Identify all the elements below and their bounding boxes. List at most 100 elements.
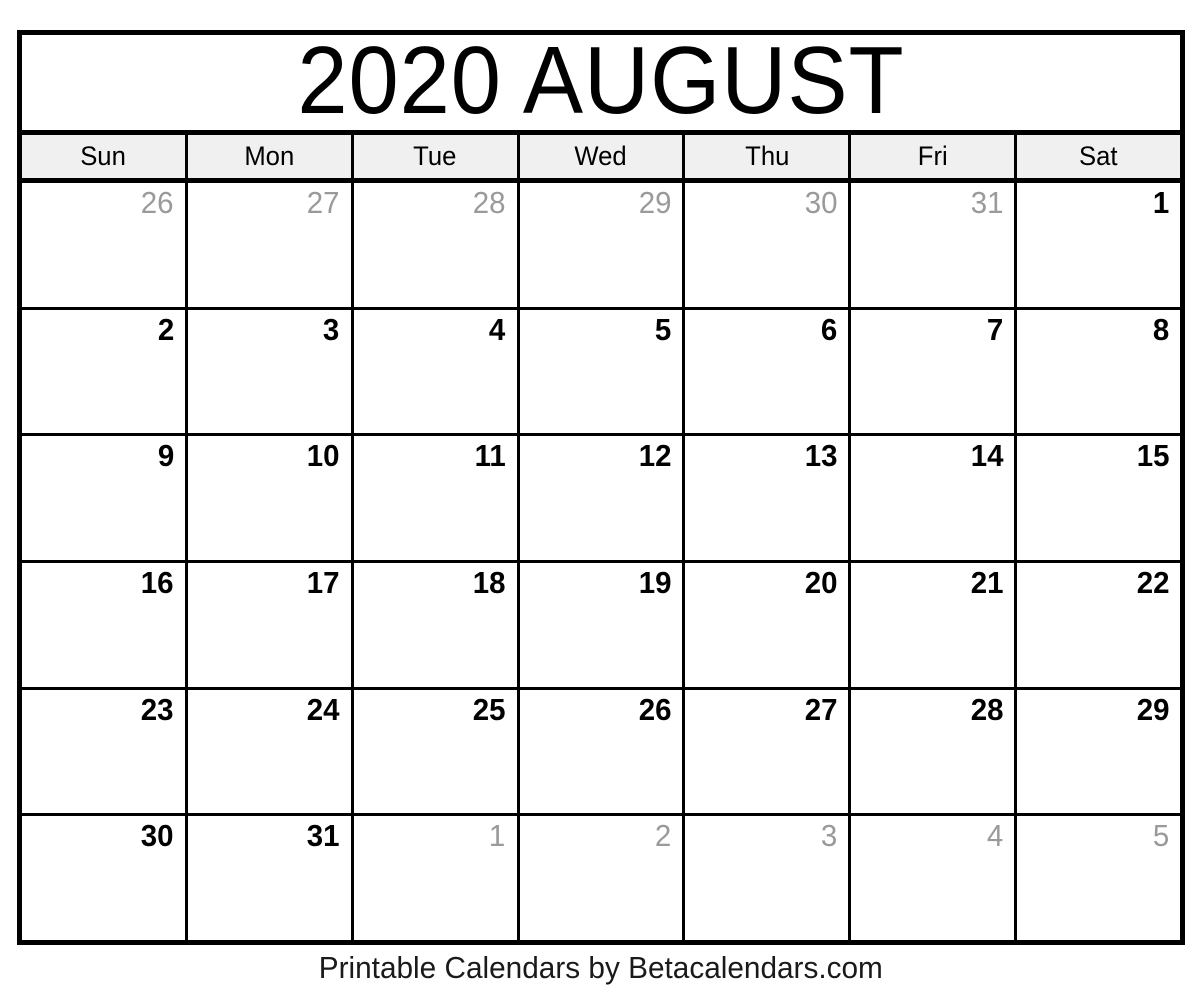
day-cell[interactable]: 2	[519, 816, 686, 941]
weekday-label: Fri	[917, 141, 948, 171]
weekday-header-fri: Fri	[851, 135, 1018, 178]
calendar-frame: 2020 AUGUST Sun Mon Tue Wed Thu Fri Sat 26 27 28…	[17, 30, 1185, 945]
week-row: 30 31 1 2 3 4 5	[22, 816, 1181, 941]
day-number: 31	[970, 185, 1004, 220]
day-number: 1	[489, 818, 506, 854]
day-number: 2	[157, 311, 174, 347]
day-number: 26	[638, 691, 672, 727]
day-cell[interactable]: 16	[22, 563, 188, 687]
day-cell[interactable]: 27	[187, 183, 354, 307]
day-cell[interactable]: 2	[22, 309, 188, 434]
day-cell[interactable]: 9	[22, 436, 188, 561]
day-cell[interactable]: 21	[851, 563, 1018, 687]
day-number: 15	[1136, 438, 1170, 474]
day-cell[interactable]: 29	[1017, 689, 1181, 814]
day-number: 13	[804, 438, 838, 474]
day-number: 8	[1152, 311, 1170, 347]
day-number: 20	[804, 565, 838, 601]
day-cell[interactable]: 1	[353, 816, 520, 941]
weekday-header-sat: Sat	[1017, 135, 1181, 178]
weekday-header-tue: Tue	[353, 135, 520, 178]
day-cell[interactable]: 26	[22, 183, 188, 307]
day-cell[interactable]: 27	[685, 689, 852, 814]
day-cell[interactable]: 28	[851, 689, 1018, 814]
day-number: 1	[1152, 185, 1170, 220]
day-number: 28	[472, 185, 506, 220]
week-row: 23 24 25 26 27 28 29	[22, 689, 1181, 817]
day-cell[interactable]: 30	[685, 183, 852, 307]
calendar-page: 2020 AUGUST Sun Mon Tue Wed Thu Fri Sat 26 27 28…	[0, 0, 1202, 995]
day-cell[interactable]: 17	[187, 563, 354, 687]
day-cell[interactable]: 24	[187, 689, 354, 814]
day-cell[interactable]: 1	[1017, 183, 1181, 307]
day-cell[interactable]: 3	[187, 309, 354, 434]
day-number: 23	[141, 691, 174, 727]
day-number: 11	[474, 438, 506, 474]
day-number: 29	[1136, 691, 1170, 727]
weekday-label: Mon	[244, 141, 295, 171]
day-cell[interactable]: 31	[187, 816, 354, 941]
day-number: 5	[1152, 818, 1170, 854]
day-cell[interactable]: 13	[685, 436, 852, 561]
footer: Printable Calendars by Betacalendars.com	[0, 950, 1202, 986]
day-number: 24	[306, 691, 340, 727]
day-number: 30	[804, 185, 838, 220]
day-cell[interactable]: 30	[22, 816, 188, 941]
day-number: 3	[323, 311, 340, 347]
weekday-label: Tue	[413, 141, 457, 171]
day-cell[interactable]: 26	[519, 689, 686, 814]
day-number: 22	[1136, 565, 1170, 601]
day-cell[interactable]: 19	[519, 563, 686, 687]
week-row: 2 3 4 5 6 7 8	[22, 309, 1181, 437]
day-cell[interactable]: 18	[353, 563, 520, 687]
day-cell[interactable]: 3	[685, 816, 852, 941]
day-number: 30	[141, 818, 174, 854]
day-cell[interactable]: 29	[519, 183, 686, 307]
day-number: 29	[638, 185, 672, 220]
day-cell[interactable]: 14	[851, 436, 1018, 561]
day-cell[interactable]: 23	[22, 689, 188, 814]
day-cell[interactable]: 31	[851, 183, 1018, 307]
day-number: 19	[638, 565, 672, 601]
day-cell[interactable]: 6	[685, 309, 852, 434]
weekday-label: Thu	[744, 141, 789, 171]
week-row: 9 10 11 12 13 14 15	[22, 436, 1181, 564]
day-cell[interactable]: 4	[851, 816, 1018, 941]
day-number: 16	[141, 565, 174, 601]
day-number: 12	[638, 438, 672, 474]
day-cell[interactable]: 28	[353, 183, 520, 307]
week-row: 16 17 18 19 20 21 22	[22, 563, 1181, 690]
day-number: 6	[820, 311, 838, 347]
day-cell[interactable]: 11	[353, 436, 520, 561]
weekday-header-mon: Mon	[187, 135, 354, 178]
day-cell[interactable]: 4	[353, 309, 520, 434]
calendar-grid: 26 27 28 29 30 31 1 2 3 4 5 6 7 8 9 10 11 12 13 14 15 16 17 18 1…	[22, 183, 1181, 941]
weekday-header-thu: Thu	[685, 135, 852, 178]
day-number: 3	[820, 818, 838, 854]
day-number: 27	[804, 691, 838, 727]
day-cell[interactable]: 20	[685, 563, 852, 687]
weekday-header-wed: Wed	[519, 135, 686, 178]
day-cell[interactable]: 7	[851, 309, 1018, 434]
day-number: 7	[986, 311, 1004, 347]
day-number: 9	[157, 438, 174, 474]
day-cell[interactable]: 5	[519, 309, 686, 434]
day-cell[interactable]: 22	[1017, 563, 1181, 687]
day-cell[interactable]: 5	[1017, 816, 1181, 941]
calendar-title-bar: 2020 AUGUST	[22, 35, 1180, 135]
day-number: 26	[141, 185, 174, 220]
week-row: 26 27 28 29 30 31 1	[22, 183, 1181, 310]
weekday-label: Sat	[1079, 141, 1118, 171]
day-cell[interactable]: 8	[1017, 309, 1181, 434]
day-cell[interactable]: 25	[353, 689, 520, 814]
day-cell[interactable]: 10	[187, 436, 354, 561]
footer-attribution: Printable Calendars by Betacalendars.com	[318, 950, 884, 985]
day-number: 14	[970, 438, 1004, 474]
page-title: 2020 AUGUST	[297, 35, 905, 134]
day-number: 18	[472, 565, 506, 601]
day-cell[interactable]: 12	[519, 436, 686, 561]
day-cell[interactable]: 15	[1017, 436, 1181, 561]
day-number: 5	[655, 311, 672, 347]
weekday-header-row: Sun Mon Tue Wed Thu Fri Sat	[22, 135, 1181, 183]
weekday-header-sun: Sun	[22, 135, 188, 178]
